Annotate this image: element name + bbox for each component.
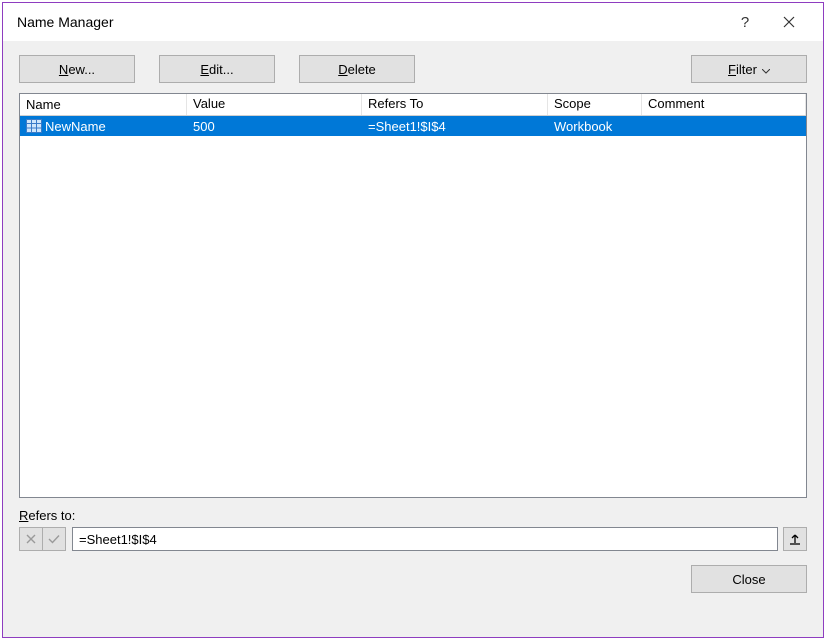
name-manager-dialog: Name Manager ? New... Edit... Delete Fil…	[2, 2, 824, 638]
column-header-value[interactable]: Value	[187, 94, 362, 115]
cancel-edit-button[interactable]	[19, 527, 43, 551]
row-refers-to: =Sheet1!$I$4	[362, 118, 548, 135]
filter-button[interactable]: Filter	[691, 55, 807, 83]
chevron-down-icon	[762, 62, 770, 77]
delete-button[interactable]: Delete	[299, 55, 415, 83]
dialog-title: Name Manager	[17, 14, 723, 30]
refers-to-section: Refers to:	[3, 498, 823, 551]
new-button[interactable]: New...	[19, 55, 135, 83]
edit-button[interactable]: Edit...	[159, 55, 275, 83]
table-row[interactable]: NewName 500 =Sheet1!$I$4 Workbook	[20, 116, 806, 136]
column-header-comment[interactable]: Comment	[642, 94, 806, 115]
toolbar: New... Edit... Delete Filter	[3, 41, 823, 93]
close-icon[interactable]	[767, 6, 811, 38]
row-name: NewName	[45, 119, 106, 134]
column-header-name[interactable]: Name	[20, 94, 187, 115]
collapse-dialog-button[interactable]	[783, 527, 807, 551]
column-header-refers-to[interactable]: Refers To	[362, 94, 548, 115]
defined-name-icon	[26, 119, 42, 133]
dialog-footer: Close	[3, 551, 823, 609]
refers-to-input[interactable]	[72, 527, 778, 551]
confirm-edit-button[interactable]	[42, 527, 66, 551]
help-button[interactable]: ?	[723, 6, 767, 38]
titlebar: Name Manager ?	[3, 3, 823, 41]
list-header: Name Value Refers To Scope Comment	[20, 94, 806, 116]
row-scope: Workbook	[548, 118, 642, 135]
row-comment	[642, 125, 806, 127]
names-list: Name Value Refers To Scope Comment NewNa…	[19, 93, 807, 498]
column-header-scope[interactable]: Scope	[548, 94, 642, 115]
close-button[interactable]: Close	[691, 565, 807, 593]
refers-to-label: Refers to:	[19, 508, 807, 523]
list-body: NewName 500 =Sheet1!$I$4 Workbook	[20, 116, 806, 497]
row-value: 500	[187, 118, 362, 135]
